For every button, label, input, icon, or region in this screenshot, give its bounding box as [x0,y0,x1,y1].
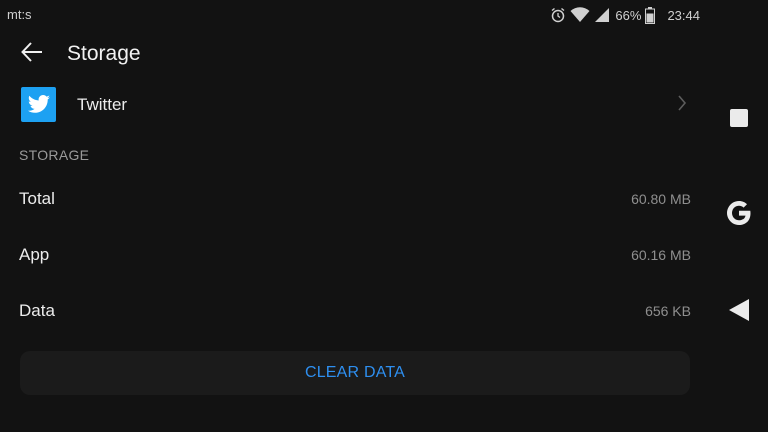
toolbar: Storage [0,32,710,76]
chevron-right-icon [677,95,687,116]
row-label: Total [19,189,55,208]
signal-icon [594,7,610,23]
back-button[interactable] [14,38,50,70]
twitter-bird-icon [21,87,56,122]
status-bar: mt:s 66% 23:44 [0,0,710,30]
carrier-label: mt:s [7,7,32,22]
back-arrow-icon [20,40,44,69]
section-header-storage: STORAGE [19,147,90,163]
app-name: Twitter [77,95,128,114]
navigation-bar [710,0,768,432]
app-info-row[interactable]: Twitter [0,82,710,128]
recents-square-icon [729,108,749,133]
back-triangle-icon [728,298,750,327]
row-value: 60.16 MB [631,247,691,263]
google-assistant-button[interactable] [724,200,754,230]
row-label: Data [19,301,55,320]
battery-icon [645,6,656,24]
clock: 23:44 [667,7,700,23]
alarm-icon [550,7,566,23]
storage-row-app: App 60.16 MB [0,235,710,275]
recents-button[interactable] [724,105,754,135]
clear-data-label: CLEAR DATA [304,364,406,381]
storage-row-total: Total 60.80 MB [0,179,710,219]
back-nav-button[interactable] [724,297,754,327]
storage-row-data: Data 656 KB [0,291,710,331]
row-value: 656 KB [645,303,691,319]
page-title: Storage [67,42,141,65]
row-label: App [19,245,50,264]
row-value: 60.80 MB [631,191,691,207]
status-icons: 66% 23:44 [550,5,700,25]
clear-data-button[interactable]: CLEAR DATA [20,351,690,395]
google-g-icon [725,199,753,232]
battery-percent: 66% [615,7,642,23]
wifi-icon [570,7,590,23]
storage-screen: mt:s 66% 23:44 Storage Twitter STORAGE T… [0,0,768,432]
